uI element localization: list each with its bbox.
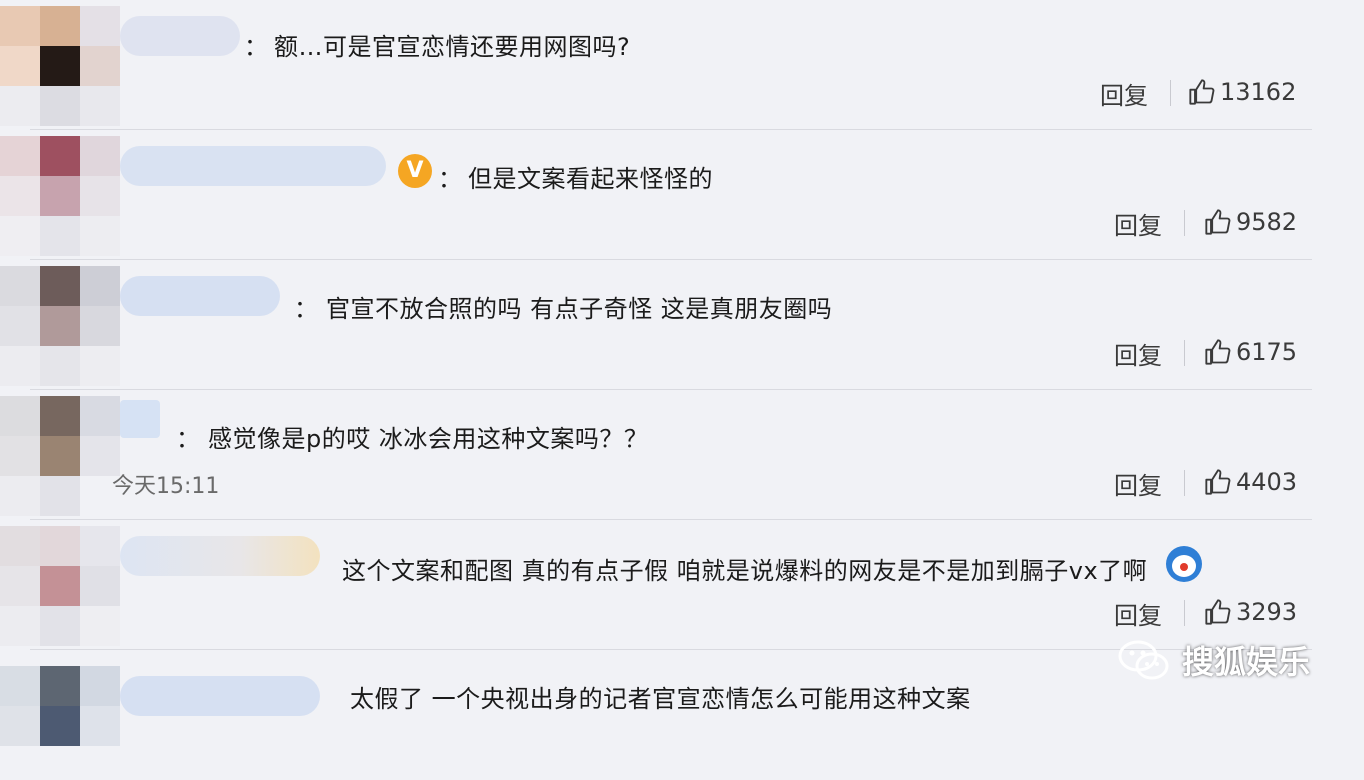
- divider-vertical: [1184, 600, 1185, 626]
- like-button[interactable]: 3293: [1204, 598, 1297, 626]
- avatar[interactable]: [0, 266, 120, 386]
- comment-text: 官宣不放合照的吗 有点子奇怪 这是真朋友圈吗: [326, 295, 833, 323]
- username[interactable]: [120, 400, 160, 438]
- like-button[interactable]: 13162: [1188, 78, 1296, 106]
- v-badge-icon: V: [398, 154, 432, 188]
- timestamp: 今天15:11: [112, 474, 220, 499]
- reply-button[interactable]: 回复: [1114, 596, 1162, 631]
- avatar[interactable]: [0, 656, 120, 776]
- divider-vertical: [1184, 470, 1185, 496]
- reply-button[interactable]: 回复: [1100, 76, 1148, 111]
- comment-text: 这个文案和配图 真的有点子假 咱就是说爆料的网友是不是加到膈子vx了啊: [342, 557, 1148, 585]
- like-button[interactable]: 4403: [1204, 468, 1297, 496]
- thumbs-up-icon: [1205, 599, 1231, 625]
- username[interactable]: [120, 536, 320, 576]
- username[interactable]: [120, 146, 386, 186]
- colon: ：: [244, 33, 268, 61]
- comment-text: 但是文案看起来怪怪的: [468, 165, 713, 193]
- comment-item: 这个文案和配图 真的有点子假 咱就是说爆料的网友是不是加到膈子vx了啊 回复 3…: [0, 520, 1364, 650]
- avatar[interactable]: [0, 526, 120, 646]
- doraemon-emoji-icon: [1166, 546, 1202, 582]
- like-count: 3293: [1236, 598, 1298, 626]
- thumbs-up-icon: [1205, 209, 1231, 235]
- colon: ：: [176, 425, 200, 453]
- avatar[interactable]: [0, 6, 120, 126]
- like-count: 9582: [1236, 208, 1298, 236]
- like-count: 4403: [1236, 468, 1298, 496]
- username[interactable]: [120, 676, 320, 716]
- like-button[interactable]: 9582: [1204, 208, 1297, 236]
- comment-text: 额…可是官宣恋情还要用网图吗?: [274, 33, 631, 61]
- like-button[interactable]: 6175: [1204, 338, 1297, 366]
- reply-button[interactable]: 回复: [1114, 206, 1162, 241]
- avatar[interactable]: [0, 396, 120, 516]
- comment-text: 感觉像是p的哎 冰冰会用这种文案吗？？: [208, 425, 649, 453]
- username[interactable]: [120, 16, 240, 56]
- wechat-icon: [1118, 640, 1169, 680]
- thumbs-up-icon: [1189, 79, 1215, 105]
- colon: ：: [294, 295, 318, 323]
- comment-item: V ： 但是文案看起来怪怪的 回复 9582: [0, 130, 1364, 260]
- reply-button[interactable]: 回复: [1114, 466, 1162, 501]
- comment-text: 太假了 一个央视出身的记者官宣恋情怎么可能用这种文案: [350, 685, 971, 713]
- thumbs-up-icon: [1205, 339, 1231, 365]
- divider-vertical: [1184, 340, 1185, 366]
- comment-item: ： 感觉像是p的哎 冰冰会用这种文案吗？？ 今天15:11 回复 4403: [0, 390, 1364, 520]
- thumbs-up-icon: [1205, 469, 1231, 495]
- watermark: 搜狐娱乐: [1116, 636, 1310, 684]
- comment-item: ： 额…可是官宣恋情还要用网图吗? 回复 13162: [0, 0, 1364, 130]
- reply-button[interactable]: 回复: [1114, 336, 1162, 371]
- colon: ：: [438, 165, 462, 193]
- divider-vertical: [1184, 210, 1185, 236]
- username[interactable]: [120, 276, 280, 316]
- watermark-text: 搜狐娱乐: [1182, 643, 1311, 681]
- comment-item: ： 官宣不放合照的吗 有点子奇怪 这是真朋友圈吗 回复 6175: [0, 260, 1364, 390]
- like-count: 6175: [1236, 338, 1298, 366]
- divider-vertical: [1170, 80, 1171, 106]
- avatar[interactable]: [0, 136, 120, 256]
- like-count: 13162: [1220, 78, 1297, 106]
